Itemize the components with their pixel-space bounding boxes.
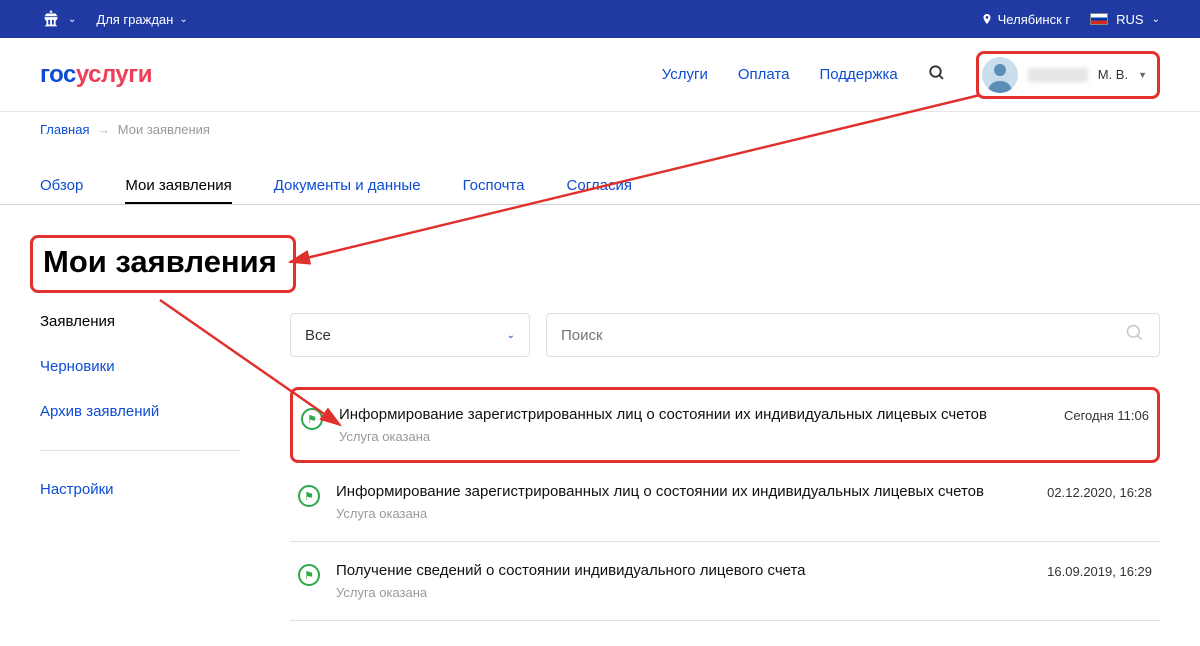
tab-documents[interactable]: Документы и данные [274,177,421,204]
sidebar-item-drafts[interactable]: Черновики [40,358,240,375]
list-item[interactable]: ⚑ Информирование зарегистрированных лиц … [290,463,1160,542]
search-icon [928,64,946,82]
citizens-dropdown[interactable]: Для граждан ⌄ [96,12,187,27]
divider [40,450,240,451]
search-input[interactable] [561,327,1125,344]
nav-services[interactable]: Услуги [662,66,708,83]
user-initials: М. В. [1098,67,1128,82]
main-content: Все ⌄ ⚑ Информирование зарегистрированны… [290,313,1160,621]
item-title: Информирование зарегистрированных лиц о … [339,406,1048,423]
tab-consent[interactable]: Согласия [567,177,632,204]
filter-select[interactable]: Все ⌄ [290,313,530,357]
location-selector[interactable]: Челябинск г [981,12,1071,27]
search-field[interactable] [546,313,1160,357]
user-name-blurred [1028,68,1088,82]
city-label: Челябинск г [998,12,1071,27]
nav-payment[interactable]: Оплата [738,66,790,83]
breadcrumb-current: Мои заявления [118,122,210,137]
chevron-down-icon: ⌄ [179,14,187,25]
item-date: Сегодня 11:06 [1064,408,1149,423]
nav-support[interactable]: Поддержка [819,66,897,83]
topbar: ⌄ Для граждан ⌄ Челябинск г RUS ⌄ [0,0,1200,38]
pin-icon [981,12,993,26]
item-title: Получение сведений о состоянии индивидуа… [336,562,1031,579]
item-date: 16.09.2019, 16:29 [1047,564,1152,579]
flag-icon [1090,13,1108,25]
filter-selected-label: Все [305,327,331,344]
logo[interactable]: госуслуги [40,61,152,89]
item-status: Услуга оказана [336,506,1031,521]
flag-status-icon: ⚑ [298,485,320,507]
citizens-label: Для граждан [96,12,173,27]
chevron-down-icon: ⌄ [1152,14,1160,25]
user-menu[interactable]: М. В. ▼ [976,51,1160,99]
sidebar-item-archive[interactable]: Архив заявлений [40,403,240,420]
avatar [982,57,1018,93]
tabs: Обзор Мои заявления Документы и данные Г… [0,147,1200,205]
page-title-highlight: Мои заявления [30,235,296,293]
search-icon [1125,323,1145,348]
item-title: Информирование зарегистрированных лиц о … [336,483,1031,500]
emblem-dropdown[interactable]: ⌄ [40,8,76,30]
tab-applications[interactable]: Мои заявления [125,177,231,204]
tab-mail[interactable]: Госпочта [463,177,525,204]
sidebar-item-apps[interactable]: Заявления [40,313,240,330]
item-status: Услуга оказана [336,585,1031,600]
sidebar: Заявления Черновики Архив заявлений Наст… [40,313,240,621]
chevron-down-icon: ⌄ [68,14,76,25]
arrow-icon: → [97,122,110,137]
caret-down-icon: ▼ [1138,70,1147,80]
tab-overview[interactable]: Обзор [40,177,83,204]
emblem-icon [40,8,62,30]
list-item[interactable]: ⚑ Получение сведений о состоянии индивид… [290,542,1160,621]
header: госуслуги Услуги Оплата Поддержка М. В. … [0,38,1200,112]
flag-status-icon: ⚑ [301,408,323,430]
item-date: 02.12.2020, 16:28 [1047,485,1152,500]
flag-status-icon: ⚑ [298,564,320,586]
search-button[interactable] [928,64,946,86]
list-item[interactable]: ⚑ Информирование зарегистрированных лиц … [290,387,1160,463]
item-status: Услуга оказана [339,429,1048,444]
chevron-down-icon: ⌄ [507,330,515,341]
breadcrumb-home[interactable]: Главная [40,122,89,137]
lang-label: RUS [1116,12,1143,27]
page-title: Мои заявления [43,244,277,280]
language-selector[interactable]: RUS ⌄ [1090,12,1160,27]
breadcrumb: Главная → Мои заявления [0,112,1200,147]
sidebar-item-settings[interactable]: Настройки [40,481,240,498]
